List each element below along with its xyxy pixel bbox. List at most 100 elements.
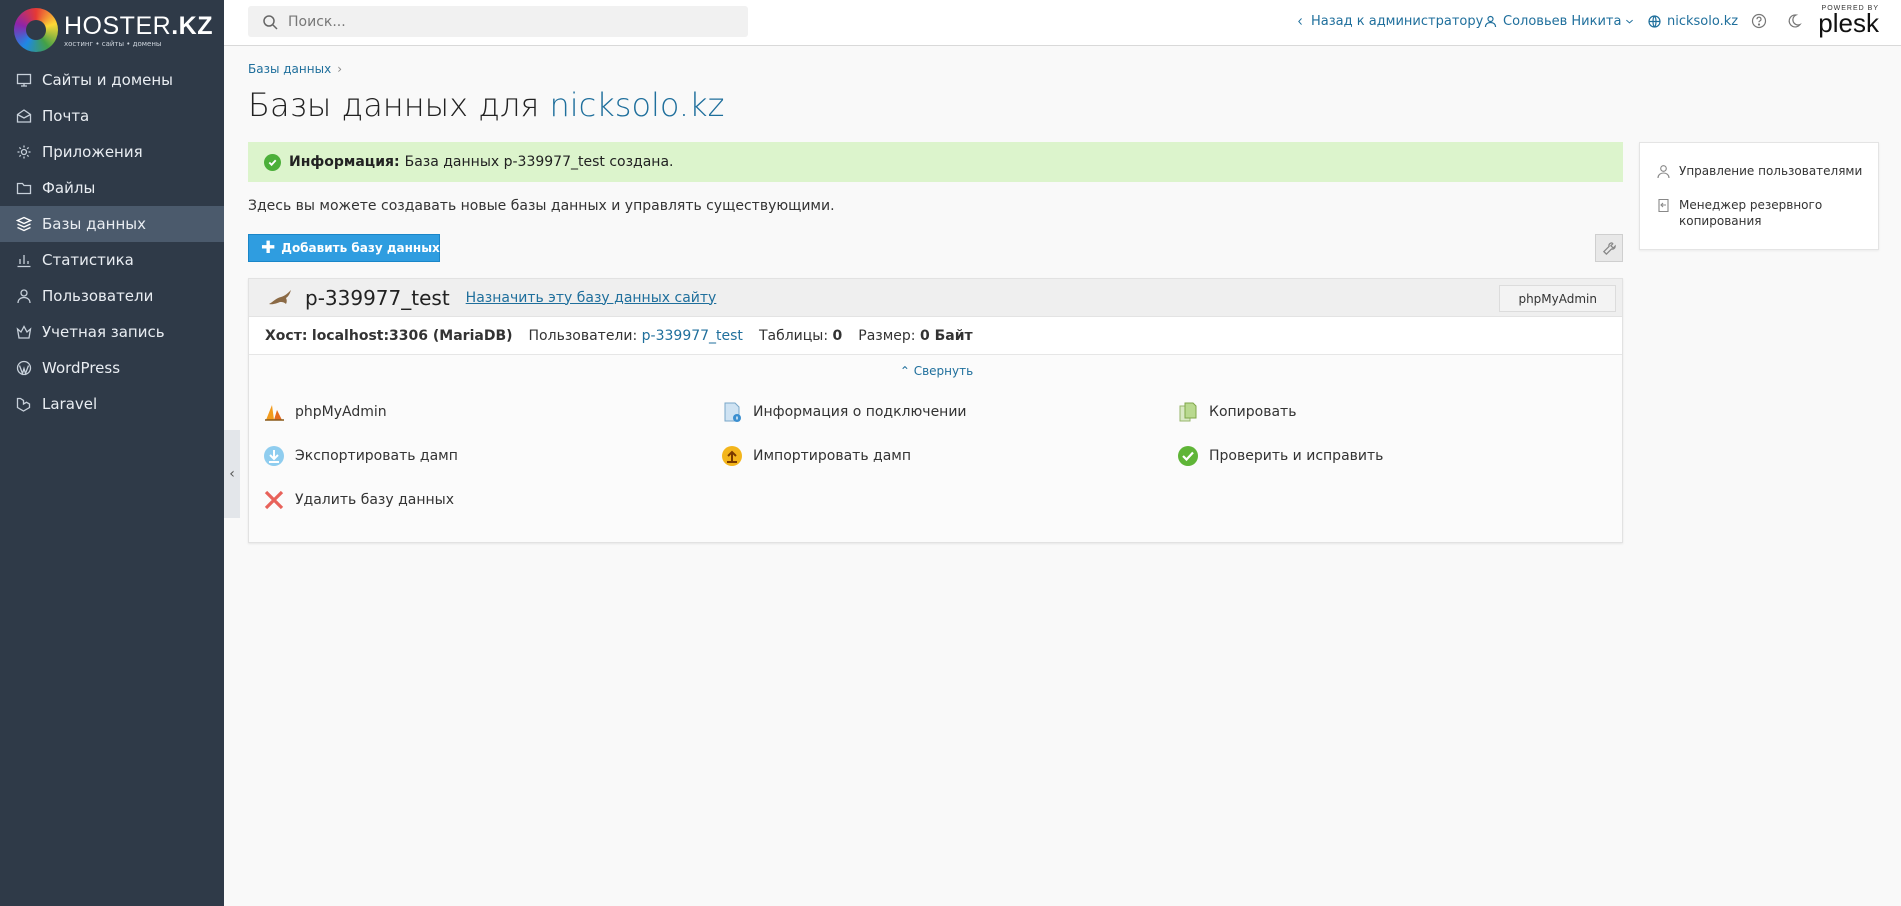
user-icon <box>1484 15 1497 28</box>
sidebar-item-label: Базы данных <box>42 215 146 233</box>
search-input[interactable] <box>288 13 728 30</box>
add-database-label: Добавить базу данных <box>281 241 440 255</box>
action-label: Проверить и исправить <box>1209 448 1384 464</box>
check-circle-icon <box>1177 445 1199 467</box>
sidebar-collapse-handle[interactable]: ‹ <box>224 430 240 518</box>
tools-button[interactable] <box>1595 234 1623 262</box>
connection-info-icon <box>721 401 743 423</box>
db-user-link[interactable]: p-339977_test <box>642 328 743 344</box>
backup-manager-link[interactable]: Менеджер резервного копирования <box>1656 197 1856 229</box>
backup-icon <box>1658 198 1669 213</box>
sidebar: HOSTER.KZ хостинг • сайты • домены Сайты… <box>0 0 224 906</box>
action-label: Удалить базу данных <box>295 492 454 508</box>
action-connection-info[interactable]: Информация о подключении <box>721 401 967 423</box>
page-title-prefix: Базы данных для <box>248 86 540 124</box>
logo-brand: HOSTER.KZ <box>64 11 213 40</box>
assign-database-link[interactable]: Назначить эту базу данных сайту <box>466 290 717 306</box>
sidebar-item-wordpress[interactable]: WordPress <box>0 350 224 386</box>
plesk-logo: POWERED BY plesk <box>1818 5 1879 36</box>
sidebar-item-mail[interactable]: Почта <box>0 98 224 134</box>
mail-icon <box>16 108 32 124</box>
action-label: Информация о подключении <box>753 404 967 420</box>
action-copy[interactable]: Копировать <box>1177 401 1296 423</box>
database-name: p-339977_test <box>305 285 450 310</box>
domain-link[interactable]: nicksolo.kz <box>1648 14 1738 29</box>
database-meta: Хост: localhost:3306 (MariaDB) Пользоват… <box>249 317 1622 355</box>
sidebar-item-websites[interactable]: Сайты и домены <box>0 62 224 98</box>
user-icon <box>16 288 32 304</box>
copy-icon <box>1177 401 1199 423</box>
sidebar-item-label: WordPress <box>42 359 121 377</box>
check-circle-icon <box>264 153 281 171</box>
hoster-logo[interactable]: HOSTER.KZ хостинг • сайты • домены <box>14 8 213 52</box>
add-database-button[interactable]: ✚ Добавить базу данных <box>248 234 440 262</box>
sidebar-item-label: Почта <box>42 107 90 125</box>
breadcrumb-item[interactable]: Базы данных <box>248 62 331 76</box>
domain-label: nicksolo.kz <box>1667 14 1739 29</box>
action-check-repair[interactable]: Проверить и исправить <box>1177 445 1383 467</box>
action-phpmyadmin[interactable]: phpMyAdmin <box>263 401 387 423</box>
search-icon <box>263 14 278 30</box>
delete-x-icon <box>263 489 285 511</box>
backup-manager-label: Менеджер резервного копирования <box>1679 198 1823 228</box>
sidebar-item-files[interactable]: Файлы <box>0 170 224 206</box>
user-icon <box>1657 165 1670 179</box>
database-layers-icon <box>16 216 32 232</box>
sidebar-item-databases[interactable]: Базы данных <box>0 206 224 242</box>
sidebar-item-label: Статистика <box>42 251 134 269</box>
page-title-domain-link[interactable]: nicksolo.kz <box>549 86 724 124</box>
sidebar-item-label: Laravel <box>42 395 98 413</box>
user-management-link[interactable]: Управление пользователями <box>1656 163 1862 179</box>
database-card: p-339977_test Назначить эту базу данных … <box>248 278 1623 543</box>
phpmyadmin-sail-icon <box>263 401 285 423</box>
monitor-icon <box>16 72 32 88</box>
mariadb-seal-icon <box>269 289 291 304</box>
back-to-admin-label: Назад к администратору <box>1311 14 1484 29</box>
plus-icon: ✚ <box>261 238 276 258</box>
sidebar-item-label: Учетная запись <box>42 323 165 341</box>
action-export-dump[interactable]: Экспортировать дамп <box>263 445 458 467</box>
action-label: Импортировать дамп <box>753 448 912 464</box>
crown-icon <box>16 324 32 340</box>
action-label: Копировать <box>1209 404 1297 420</box>
back-to-admin-link[interactable]: Назад к администратору <box>1296 14 1483 29</box>
collapse-label: Свернуть <box>913 364 974 378</box>
gear-icon <box>16 144 32 160</box>
upload-icon <box>721 445 743 467</box>
page-title: Базы данных для nicksolo.kz <box>248 86 724 124</box>
user-name: Соловьев Никита <box>1503 14 1622 29</box>
phpmyadmin-button[interactable]: phpMyAdmin <box>1499 285 1616 312</box>
user-management-label: Управление пользователями <box>1679 164 1863 178</box>
search-box[interactable] <box>248 6 748 37</box>
download-icon <box>263 445 285 467</box>
chevron-right-icon: › <box>337 62 342 76</box>
sidebar-item-statistics[interactable]: Статистика <box>0 242 224 278</box>
sidebar-item-label: Сайты и домены <box>42 71 174 89</box>
sidebar-item-account[interactable]: Учетная запись <box>0 314 224 350</box>
db-users: Пользователи: p-339977_test <box>528 327 743 344</box>
db-host: Хост: localhost:3306 (MariaDB) <box>265 327 513 344</box>
sidebar-item-users[interactable]: Пользователи <box>0 278 224 314</box>
db-size: Размер: 0 Байт <box>858 327 973 344</box>
logo-tagline: хостинг • сайты • домены <box>64 39 162 48</box>
moon-icon[interactable] <box>1786 13 1802 29</box>
chevron-left-icon <box>1298 18 1302 25</box>
sidebar-nav: Сайты и домены Почта Приложения Файлы Ба… <box>0 62 224 422</box>
action-delete-database[interactable]: Удалить базу данных <box>263 489 454 511</box>
action-label: phpMyAdmin <box>295 404 387 420</box>
intro-text: Здесь вы можете создавать новые базы дан… <box>248 198 835 214</box>
sidebar-item-applications[interactable]: Приложения <box>0 134 224 170</box>
breadcrumb[interactable]: Базы данных › <box>248 62 342 76</box>
user-menu[interactable]: Соловьев Никита <box>1484 14 1634 29</box>
laravel-icon <box>16 396 32 412</box>
collapse-link[interactable]: ⌃ Свернуть <box>249 364 1624 378</box>
sidebar-item-laravel[interactable]: Laravel <box>0 386 224 422</box>
action-import-dump[interactable]: Импортировать дамп <box>721 445 911 467</box>
help-icon[interactable] <box>1751 13 1767 29</box>
top-header: Назад к администратору Соловьев Никита n… <box>224 0 1901 46</box>
globe-icon <box>1648 15 1661 28</box>
sidebar-item-label: Файлы <box>42 179 96 197</box>
database-card-header: p-339977_test Назначить эту базу данных … <box>249 279 1622 317</box>
sidebar-item-label: Приложения <box>42 143 143 161</box>
chevron-left-icon: ‹ <box>229 466 235 482</box>
